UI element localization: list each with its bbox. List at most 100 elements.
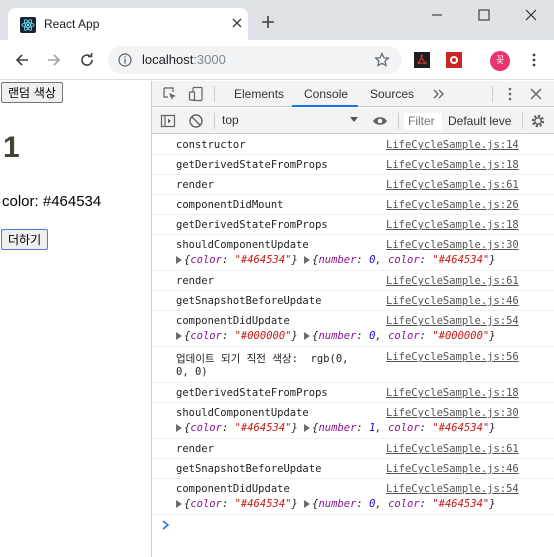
object-preview[interactable]: {color: "#464534"} {number: 1, color: "#… [176, 422, 496, 434]
maximize-icon[interactable] [477, 8, 491, 22]
close-devtools-icon[interactable] [528, 86, 544, 102]
url-text: localhost:3000 [142, 52, 226, 67]
obj-value: "#464534" [234, 254, 292, 266]
console-message: render LifeCycleSample.js:61 [152, 175, 554, 195]
sidebar-toggle-icon[interactable] [160, 113, 176, 129]
filter-input[interactable]: Filter [404, 113, 442, 130]
message-text: 업데이트 되기 직전 색상: rgb(0, [176, 353, 349, 365]
source-link[interactable]: LifeCycleSample.js:18 [386, 219, 519, 231]
toolbar-divider [492, 86, 493, 102]
log-levels-dropdown[interactable]: Default leve [448, 113, 514, 130]
devtools-tabbar: Elements Console Sources [152, 81, 554, 107]
pdf-extension-icon[interactable] [414, 52, 430, 68]
toolbar-divider [398, 113, 399, 129]
source-link[interactable]: LifeCycleSample.js:61 [386, 179, 519, 191]
message-text: getSnapshotBeforeUpdate [176, 463, 322, 475]
obj-value: "#000000" [432, 330, 490, 342]
tab-title: React App [44, 17, 100, 31]
source-link[interactable]: LifeCycleSample.js:26 [386, 199, 519, 211]
source-link[interactable]: LifeCycleSample.js:56 [386, 351, 519, 363]
obj-value: 0 [369, 254, 376, 266]
obj-value: "#464534" [234, 422, 292, 434]
add-button[interactable]: 더하기 [1, 229, 49, 250]
forward-arrow-icon[interactable] [46, 52, 62, 68]
console-message: getDerivedStateFromProps LifeCycleSample… [152, 215, 554, 235]
console-message: getSnapshotBeforeUpdate LifeCycleSample.… [152, 291, 554, 311]
message-text: render [176, 443, 214, 455]
message-text: getDerivedStateFromProps [176, 159, 328, 171]
message-text: getDerivedStateFromProps [176, 219, 328, 231]
page-viewport: 랜덤 색상 1 color: #464534 더하기 [0, 81, 151, 557]
message-text: componentDidUpdate [176, 315, 290, 327]
profile-avatar[interactable]: 꽃 [490, 51, 510, 71]
extension-icon[interactable] [446, 52, 462, 68]
object-preview[interactable]: {color: "#464534"} {number: 0, color: "#… [176, 498, 496, 510]
console-prompt-icon[interactable] [160, 519, 172, 531]
reload-icon[interactable] [79, 52, 95, 68]
expand-triangle-icon[interactable] [304, 256, 311, 264]
source-link[interactable]: LifeCycleSample.js:30 [386, 407, 519, 419]
info-icon[interactable] [118, 53, 132, 67]
address-bar[interactable]: localhost:3000 [108, 46, 402, 74]
source-link[interactable]: LifeCycleSample.js:54 [386, 315, 519, 327]
more-tabs-chevron-icon[interactable] [430, 86, 446, 102]
random-color-button[interactable]: 랜덤 색상 [1, 82, 63, 103]
more-menu-icon[interactable] [526, 52, 542, 68]
source-link[interactable]: LifeCycleSample.js:14 [386, 139, 519, 151]
react-icon [20, 17, 36, 33]
toolbar-divider [214, 113, 215, 129]
expand-triangle-icon[interactable] [176, 500, 182, 508]
expand-triangle-icon[interactable] [176, 424, 182, 432]
source-link[interactable]: LifeCycleSample.js:54 [386, 483, 519, 495]
source-link[interactable]: LifeCycleSample.js:30 [386, 239, 519, 251]
tab-elements[interactable]: Elements [234, 87, 284, 101]
obj-value: 1 [369, 422, 376, 434]
object-preview[interactable]: {color: "#000000"} {number: 0, color: "#… [176, 330, 496, 342]
settings-gear-icon[interactable] [530, 113, 546, 129]
chevron-down-icon [350, 117, 358, 122]
console-message: getSnapshotBeforeUpdate LifeCycleSample.… [152, 459, 554, 479]
console-message: 업데이트 되기 직전 색상: rgb(0, LifeCycleSample.js… [152, 347, 554, 383]
source-link[interactable]: LifeCycleSample.js:46 [386, 463, 519, 475]
eye-icon[interactable] [372, 113, 388, 129]
bookmark-star-icon[interactable] [374, 52, 390, 68]
devtools-menu-icon[interactable] [502, 86, 518, 102]
browser-titlebar: React App [0, 0, 554, 40]
close-icon[interactable] [228, 14, 246, 32]
inspect-element-icon[interactable] [162, 86, 178, 102]
console-message: shouldComponentUpdate LifeCycleSample.js… [152, 235, 554, 271]
source-link[interactable]: LifeCycleSample.js:18 [386, 387, 519, 399]
source-link[interactable]: LifeCycleSample.js:61 [386, 275, 519, 287]
expand-triangle-icon[interactable] [176, 256, 182, 264]
console-message: constructor LifeCycleSample.js:14 [152, 135, 554, 155]
expand-triangle-icon[interactable] [304, 332, 311, 340]
browser-toolbar: localhost:3000 꽃 [0, 40, 554, 80]
tab-console[interactable]: Console [304, 87, 348, 101]
expand-triangle-icon[interactable] [176, 332, 182, 340]
url-port: :3000 [193, 52, 226, 67]
expand-triangle-icon[interactable] [304, 424, 311, 432]
console-message: render LifeCycleSample.js:61 [152, 439, 554, 459]
browser-tab[interactable]: React App [8, 8, 248, 40]
toolbar-divider [522, 113, 523, 129]
console-filterbar: top Filter Default leve [152, 108, 554, 134]
back-arrow-icon[interactable] [14, 52, 30, 68]
message-text: render [176, 179, 214, 191]
expand-triangle-icon[interactable] [304, 500, 311, 508]
object-preview[interactable]: {color: "#464534"} {number: 0, color: "#… [176, 254, 496, 266]
color-label: color: #464534 [2, 193, 102, 210]
source-link[interactable]: LifeCycleSample.js:46 [386, 295, 519, 307]
new-tab-icon[interactable] [260, 14, 276, 30]
obj-value: "#464534" [432, 422, 490, 434]
console-message: componentDidUpdate LifeCycleSample.js:54… [152, 479, 554, 515]
source-link[interactable]: LifeCycleSample.js:61 [386, 443, 519, 455]
clear-console-icon[interactable] [188, 113, 204, 129]
source-link[interactable]: LifeCycleSample.js:18 [386, 159, 519, 171]
device-toolbar-icon[interactable] [188, 86, 204, 102]
obj-value: "#000000" [234, 330, 292, 342]
window-close-icon[interactable] [524, 8, 538, 22]
tab-sources[interactable]: Sources [370, 87, 414, 101]
message-text: componentDidMount [176, 199, 284, 211]
context-select[interactable]: top [222, 113, 358, 129]
minimize-icon[interactable] [430, 8, 444, 22]
